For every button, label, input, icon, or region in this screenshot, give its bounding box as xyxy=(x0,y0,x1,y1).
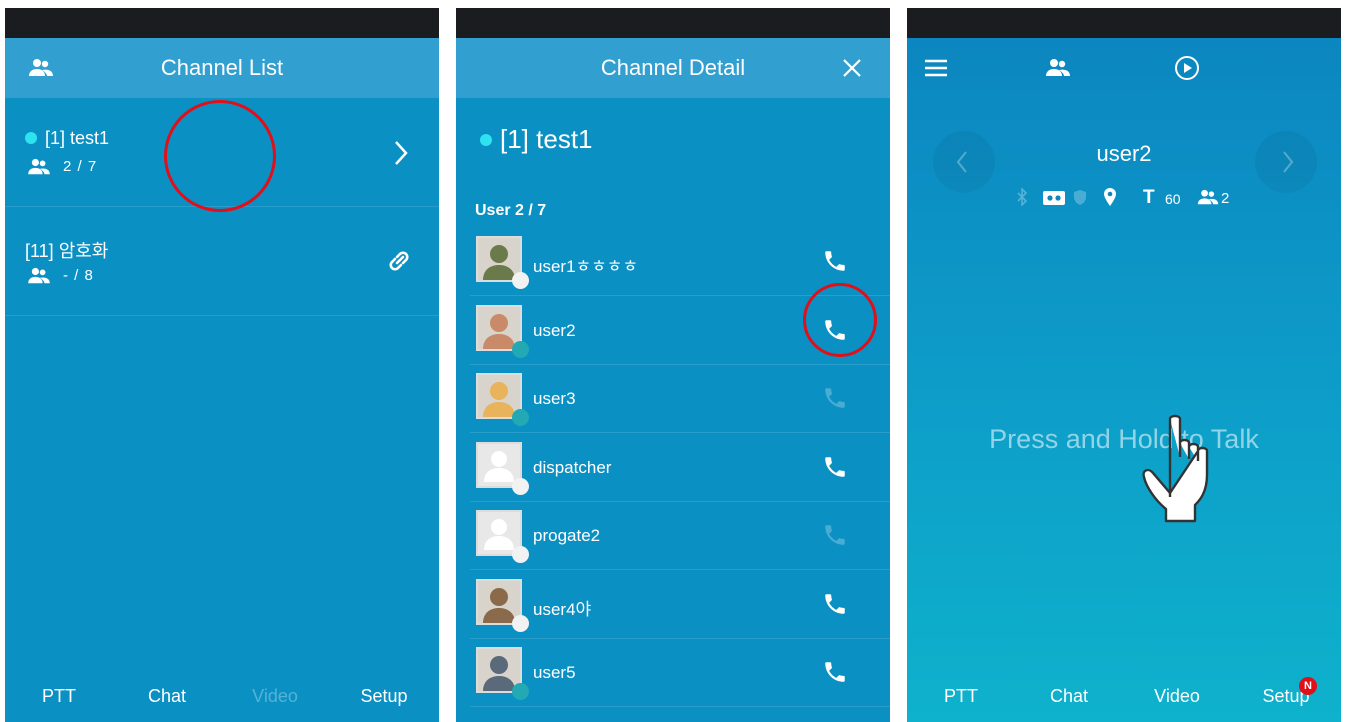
page-title: Channel List xyxy=(160,55,284,80)
timer-t-icon: T xyxy=(1143,187,1155,208)
app-bar: Channel Detail xyxy=(456,38,890,98)
ptt-screen: user2 T 60 2 Press and Hold to Talk PTT … xyxy=(907,8,1341,722)
channel-detail-panel: Channel Detail [1] test1 User 2 / 7 user… xyxy=(456,38,890,722)
channel-list-screen: Channel List [1] test1 2 / 7 [11] 암호화 - … xyxy=(5,8,439,722)
chevron-right-icon[interactable] xyxy=(393,140,409,166)
user-count-header: User 2 / 7 xyxy=(475,202,547,219)
bluetooth-icon xyxy=(1017,188,1027,206)
tab-ptt[interactable]: PTT xyxy=(5,686,113,707)
phone-icon[interactable] xyxy=(822,248,848,274)
status-dot xyxy=(512,409,529,426)
user-name: user2 xyxy=(533,320,576,340)
user-row[interactable]: user4야 xyxy=(470,571,890,639)
status-icons-row: T 60 2 xyxy=(1017,187,1247,208)
user-row[interactable]: dispatcher xyxy=(470,434,890,502)
location-pin-icon xyxy=(1103,188,1117,206)
phone-icon[interactable] xyxy=(822,659,848,685)
user-row[interactable]: user3 xyxy=(470,365,890,433)
user-name: user4야 xyxy=(533,599,592,619)
status-dot xyxy=(512,683,529,700)
user-row[interactable]: user5 xyxy=(470,639,890,707)
bottom-tab-bar: PTT Chat Video Setup N xyxy=(907,677,1341,722)
timer-value: 60 xyxy=(1165,191,1181,207)
active-dot xyxy=(25,131,37,144)
channel-name-wrap: [1] test1 xyxy=(480,124,593,155)
page-title: Channel Detail xyxy=(600,55,746,80)
hand-pointer-icon xyxy=(1140,413,1230,528)
active-dot xyxy=(480,133,492,146)
user-name: dispatcher xyxy=(533,457,612,477)
app-bar: Channel List xyxy=(5,38,439,98)
channel-name: [1] test1 xyxy=(45,128,110,148)
user-row[interactable]: progate2 xyxy=(470,502,890,570)
channel-list-panel: Channel List [1] test1 2 / 7 [11] 암호화 - … xyxy=(5,38,439,722)
status-bar xyxy=(907,8,1341,38)
channel-member-count: - / 8 xyxy=(63,267,94,284)
highlight-circle xyxy=(803,283,877,357)
status-dot xyxy=(512,477,529,495)
tab-setup[interactable]: Setup xyxy=(1232,686,1340,707)
highlight-circle xyxy=(164,100,276,212)
member-count: 2 xyxy=(1221,190,1230,207)
phone-icon[interactable] xyxy=(822,454,848,480)
phone-icon xyxy=(822,522,848,548)
user-name: user3 xyxy=(533,389,576,408)
channel-item[interactable]: [11] 암호화 - / 8 xyxy=(5,207,439,316)
channel-name: [1] test1 xyxy=(500,124,593,154)
channel-name-wrap: [1] test1 xyxy=(25,128,109,149)
status-dot xyxy=(512,340,529,358)
notification-badge: N xyxy=(1299,677,1317,695)
tab-chat[interactable]: Chat xyxy=(113,686,221,707)
tab-video[interactable]: Video xyxy=(221,686,329,707)
users-icon xyxy=(27,267,51,285)
shield-icon xyxy=(1073,189,1087,206)
press-to-talk-area[interactable]: Press and Hold to Talk xyxy=(907,238,1341,598)
users-icon xyxy=(27,158,51,176)
users-icon xyxy=(1197,189,1219,206)
status-bar xyxy=(5,8,439,38)
tab-ptt[interactable]: PTT xyxy=(907,686,1015,707)
play-circle-icon[interactable] xyxy=(1174,55,1200,81)
user-name: user5 xyxy=(533,663,576,682)
tab-setup[interactable]: Setup xyxy=(330,686,438,707)
channel-detail-screen: Channel Detail [1] test1 User 2 / 7 user… xyxy=(456,8,890,722)
user-name: progate2 xyxy=(533,526,601,545)
current-user-name: user2 xyxy=(1096,141,1152,166)
user-name: user1ㅎㅎㅎㅎ xyxy=(533,257,639,276)
recorder-icon xyxy=(1043,191,1065,205)
close-icon[interactable] xyxy=(842,58,862,78)
channel-name: [11] 암호화 xyxy=(25,241,109,261)
channel-member-count: 2 / 7 xyxy=(63,158,98,175)
phone-icon xyxy=(822,385,848,411)
link-icon[interactable] xyxy=(385,247,413,275)
ptt-panel: user2 T 60 2 Press and Hold to Talk PTT … xyxy=(907,38,1341,722)
status-dot xyxy=(512,272,529,289)
status-dot xyxy=(512,614,529,632)
tab-video[interactable]: Video xyxy=(1123,686,1231,707)
menu-icon[interactable] xyxy=(924,58,948,78)
users-icon[interactable] xyxy=(1046,58,1070,78)
press-to-talk-label: Press and Hold to Talk xyxy=(989,424,1259,454)
tab-chat[interactable]: Chat xyxy=(1015,686,1123,707)
status-bar xyxy=(456,8,890,38)
status-dot xyxy=(512,546,529,563)
bottom-tab-bar: PTT Chat Video Setup xyxy=(5,680,439,722)
phone-icon[interactable] xyxy=(822,591,848,617)
